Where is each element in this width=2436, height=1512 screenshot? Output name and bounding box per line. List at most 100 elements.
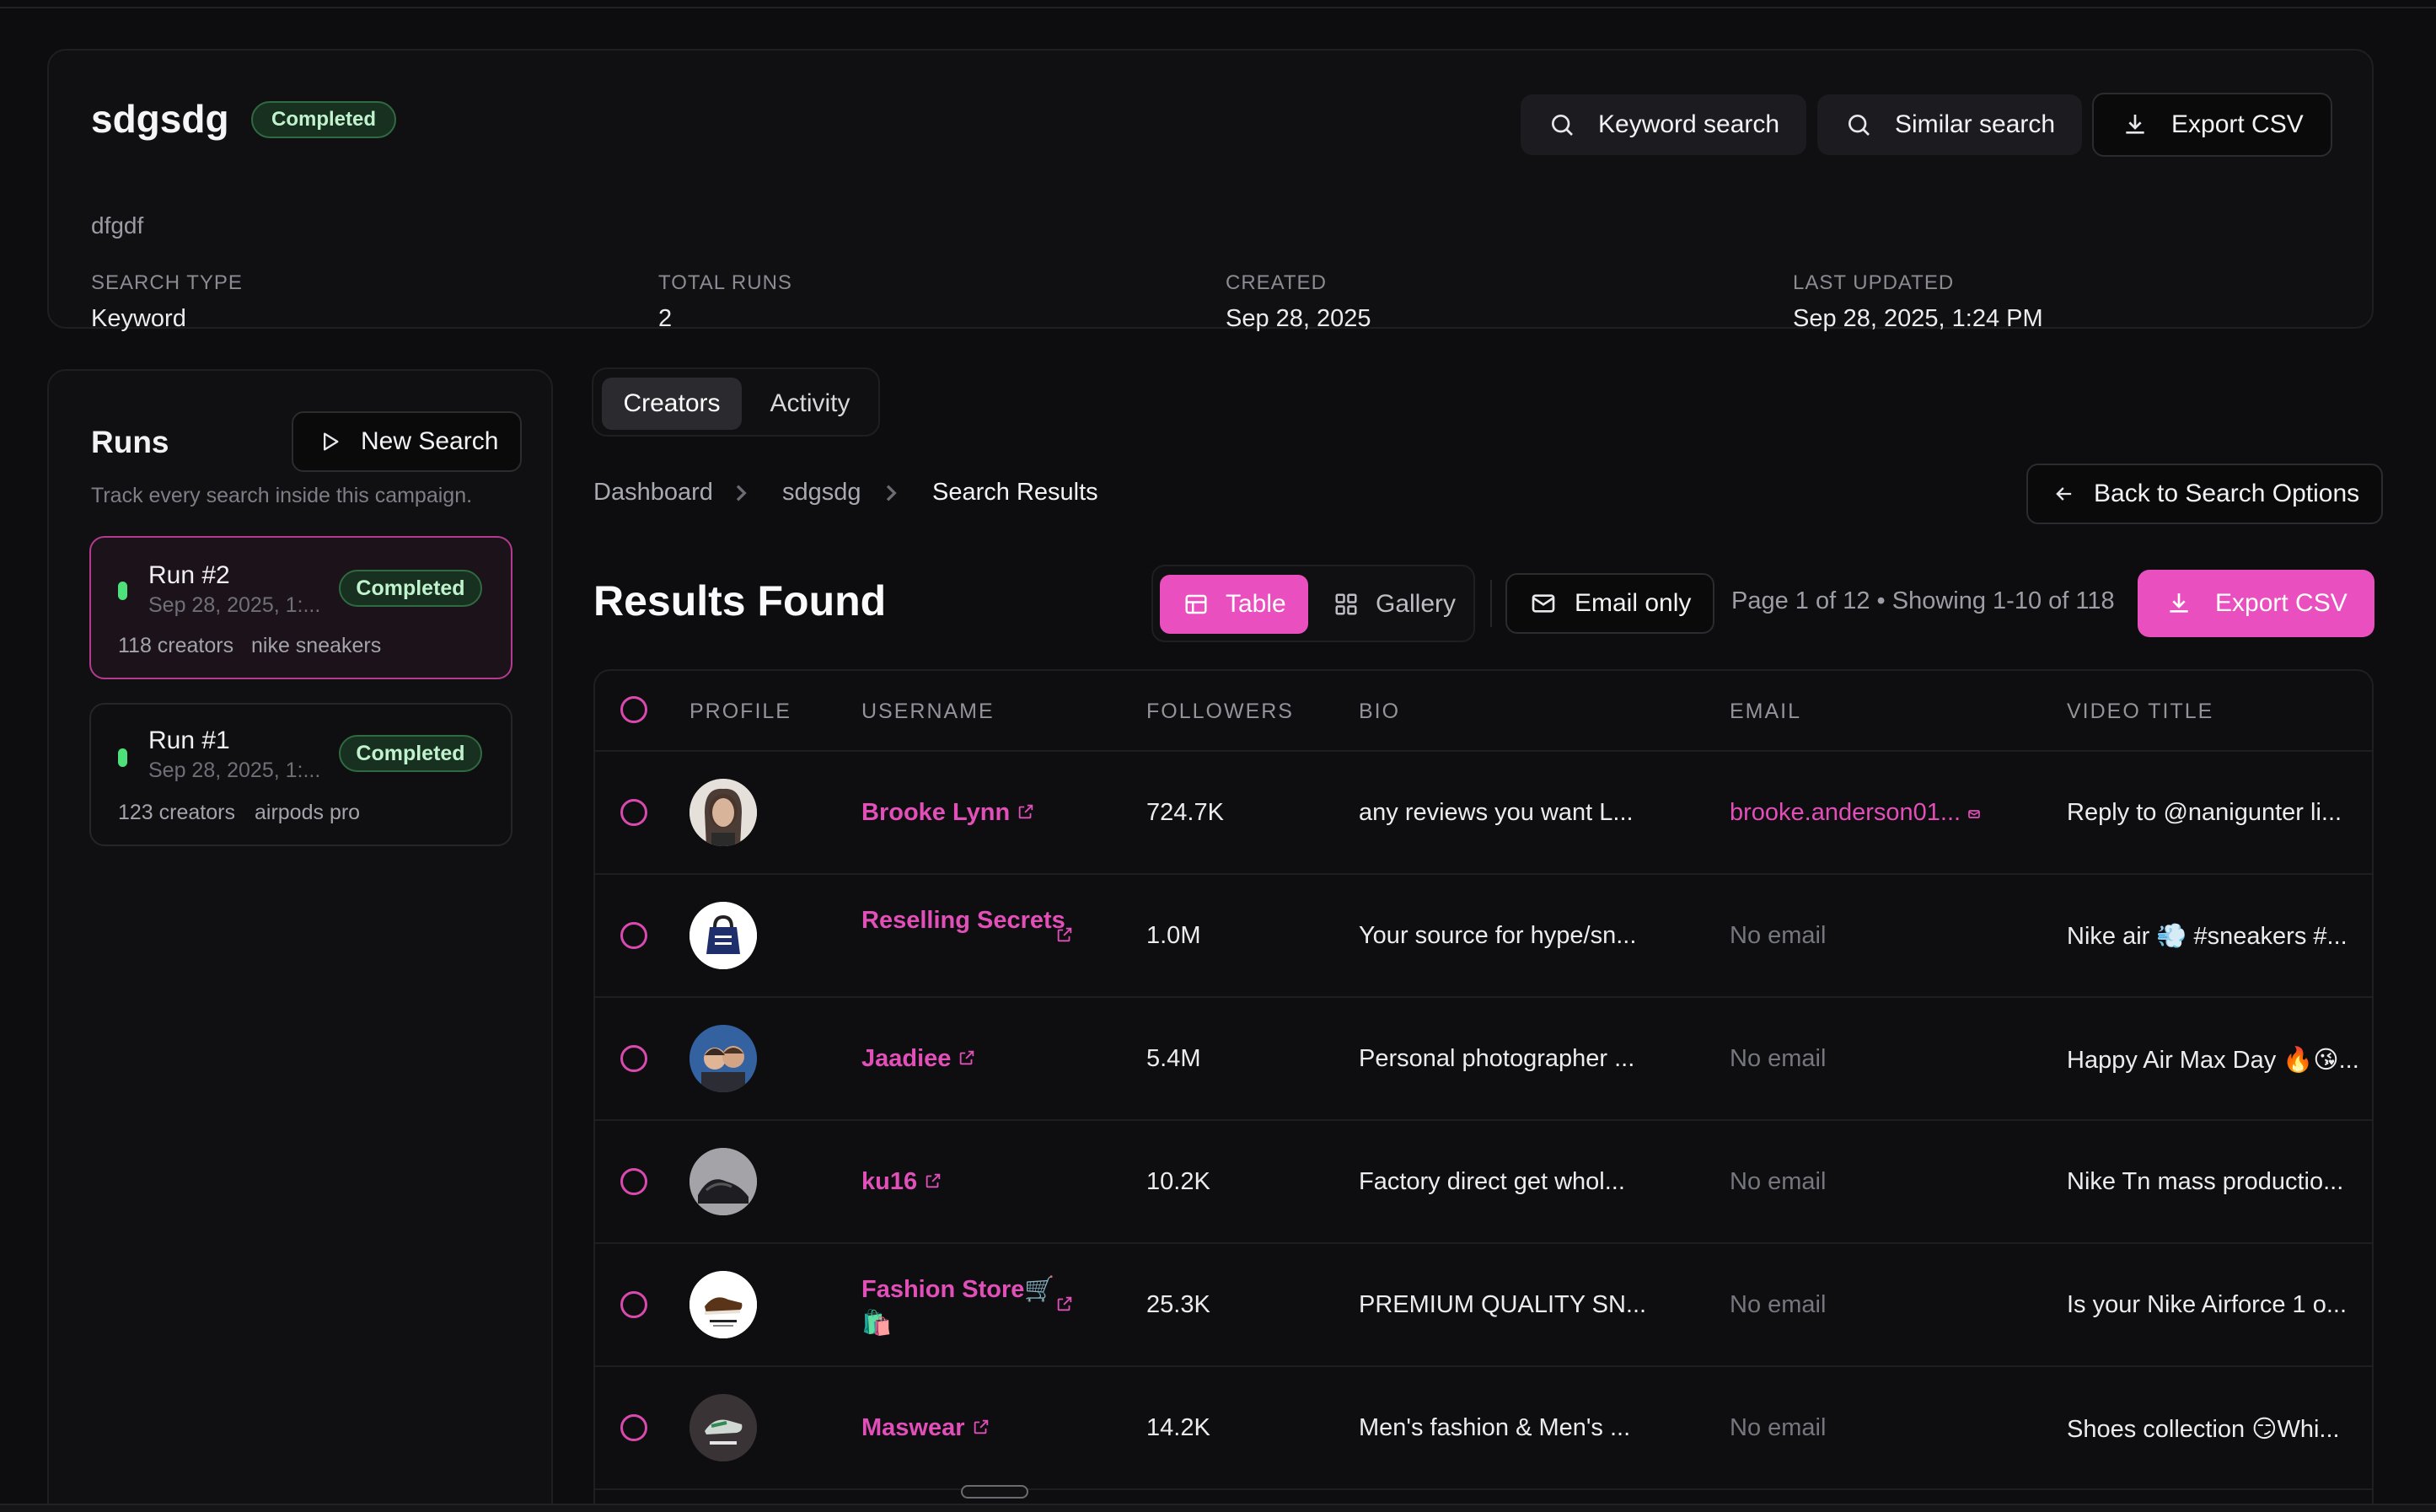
external-link-icon <box>972 1412 990 1445</box>
tab-creators[interactable]: Creators <box>602 378 742 430</box>
mail-icon <box>1967 800 1981 828</box>
run-name: Run #1 <box>148 727 230 754</box>
table-row[interactable]: Reselling Secrets 1.0M Your source for h… <box>595 875 2372 998</box>
view-toggle: Table Gallery <box>1151 565 1475 642</box>
meta-value-total-runs: 2 <box>658 305 673 332</box>
video-title-cell: Happy Air Max Day 🔥😘... <box>2067 1047 2359 1074</box>
gallery-view-label: Gallery <box>1376 590 1457 618</box>
row-select-radio[interactable] <box>620 1414 647 1441</box>
run-item-2[interactable]: Run #2 Sep 28, 2025, 1:... Completed 118… <box>89 536 512 679</box>
row-select-radio[interactable] <box>620 799 647 826</box>
search-icon <box>1548 110 1576 139</box>
export-csv-label: Export CSV <box>2171 110 2304 138</box>
gallery-view-button[interactable]: Gallery <box>1310 575 1478 634</box>
email-cell: No email <box>1730 1414 1827 1441</box>
meta-label-total-runs: TOTAL RUNS <box>658 271 792 294</box>
breadcrumb-campaign[interactable]: sdgsdg <box>782 479 861 507</box>
main-tabs: Creators Activity <box>592 367 880 437</box>
chevron-right-icon <box>883 479 900 514</box>
similar-search-label: Similar search <box>1895 110 2056 138</box>
run-query: airpods pro <box>255 801 361 824</box>
table-view-button[interactable]: Table <box>1160 575 1308 634</box>
username-text: Fashion Store🛒 🛍️ <box>861 1276 1055 1337</box>
username-text: ku16 <box>861 1168 918 1195</box>
meta-label-last-updated: LAST UPDATED <box>1793 271 1955 294</box>
table-icon <box>1182 590 1210 619</box>
avatar <box>689 1148 757 1215</box>
username-link[interactable]: Reselling Secrets <box>861 903 1081 937</box>
select-all-radio[interactable] <box>620 696 647 723</box>
row-select-radio[interactable] <box>620 1168 647 1195</box>
breadcrumb-dashboard[interactable]: Dashboard <box>593 479 713 507</box>
email-cell[interactable]: brooke.anderson01... <box>1730 799 1981 828</box>
table-row[interactable]: Maswear 14.2K Men's fashion & Men's ... … <box>595 1367 2372 1490</box>
app-root: sdgsdg Completed dfgdf Keyword search Si… <box>0 0 2436 1512</box>
column-header-username: USERNAME <box>861 700 995 723</box>
email-only-label: Email only <box>1575 589 1692 617</box>
table-row[interactable]: ku16 10.2K Factory direct get whol... No… <box>595 1121 2372 1244</box>
campaign-subtitle: dfgdf <box>91 212 144 239</box>
avatar <box>689 1394 757 1461</box>
scroll-handle[interactable] <box>961 1485 1028 1499</box>
row-select-radio[interactable] <box>620 1045 647 1072</box>
external-link-icon[interactable] <box>1055 925 1074 948</box>
runs-description: Track every search inside this campaign. <box>91 484 473 507</box>
table-row[interactable]: Jaadiee 5.4M Personal photographer ... N… <box>595 998 2372 1121</box>
toolbar-divider <box>1490 580 1492 627</box>
video-title-cell: Is your Nike Airforce 1 o... <box>2067 1291 2347 1318</box>
followers-cell: 14.2K <box>1146 1414 1210 1441</box>
external-link-icon <box>924 1166 942 1199</box>
row-select-radio[interactable] <box>620 1291 647 1318</box>
similar-search-button[interactable]: Similar search <box>1817 94 2083 155</box>
table-header: PROFILE USERNAME FOLLOWERS BIO EMAIL VID… <box>595 671 2372 752</box>
column-header-video-title: VIDEO TITLE <box>2067 700 2214 723</box>
runs-title: Runs <box>91 425 169 459</box>
column-header-followers: FOLLOWERS <box>1146 700 1294 723</box>
username-link[interactable]: Maswear <box>861 1411 990 1445</box>
campaign-title: sdgsdg <box>91 97 229 141</box>
username-text: Jaadiee <box>861 1045 952 1072</box>
username-text: Reselling Secrets <box>861 907 1065 934</box>
avatar <box>689 1025 757 1092</box>
meta-label-search-type: SEARCH TYPE <box>91 271 243 294</box>
avatar <box>689 902 757 969</box>
external-link-icon[interactable] <box>1055 1295 1074 1317</box>
keyword-search-button[interactable]: Keyword search <box>1521 94 1807 155</box>
email-cell: No email <box>1730 922 1827 949</box>
email-text: brooke.anderson01... <box>1730 799 1961 826</box>
run-query: nike sneakers <box>251 634 382 657</box>
bio-cell: Personal photographer ... <box>1359 1045 1635 1072</box>
top-divider <box>0 7 2436 8</box>
run-status-badge: Completed <box>339 735 482 772</box>
table-row[interactable]: Brooke Lynn 724.7K any reviews you want … <box>595 752 2372 875</box>
export-csv-button[interactable]: Export CSV <box>2092 93 2332 157</box>
username-link[interactable]: Brooke Lynn <box>861 796 1035 830</box>
run-item-1[interactable]: Run #1 Sep 28, 2025, 1:... Completed 123… <box>89 703 512 846</box>
table-row[interactable]: Fashion Store🛒 🛍️ 25.3K PREMIUM QUALITY … <box>595 1244 2372 1367</box>
export-csv-results-button[interactable]: Export CSV <box>2138 570 2374 637</box>
bio-cell: any reviews you want L... <box>1359 799 1634 826</box>
new-search-button[interactable]: New Search <box>292 411 523 472</box>
bio-cell: Factory direct get whol... <box>1359 1168 1625 1195</box>
run-date: Sep 28, 2025, 1:... <box>148 759 321 782</box>
email-only-filter-button[interactable]: Email only <box>1505 573 1715 634</box>
username-link[interactable]: Jaadiee <box>861 1042 976 1076</box>
row-select-radio[interactable] <box>620 922 647 949</box>
pagination-info: Page 1 of 12 • Showing 1-10 of 118 <box>1731 587 2115 614</box>
meta-value-search-type: Keyword <box>91 305 186 332</box>
avatar <box>689 779 757 846</box>
run-status-badge: Completed <box>339 570 482 607</box>
email-cell: No email <box>1730 1291 1827 1318</box>
username-link[interactable]: ku16 <box>861 1165 942 1199</box>
campaign-header: sdgsdg Completed dfgdf Keyword search Si… <box>47 49 2374 332</box>
run-creator-count: 123 creators <box>118 801 235 824</box>
username-link[interactable]: Fashion Store🛒 🛍️ <box>861 1273 1055 1340</box>
column-header-profile: PROFILE <box>689 700 791 723</box>
column-header-email: EMAIL <box>1730 700 1802 723</box>
meta-value-created: Sep 28, 2025 <box>1226 305 1371 332</box>
tab-activity[interactable]: Activity <box>747 378 873 430</box>
back-to-search-options-button[interactable]: Back to Search Options <box>2026 464 2384 524</box>
video-title-cell: Nike Tn mass productio... <box>2067 1168 2344 1195</box>
external-link-icon <box>958 1043 976 1076</box>
username-text: Brooke Lynn <box>861 799 1011 826</box>
